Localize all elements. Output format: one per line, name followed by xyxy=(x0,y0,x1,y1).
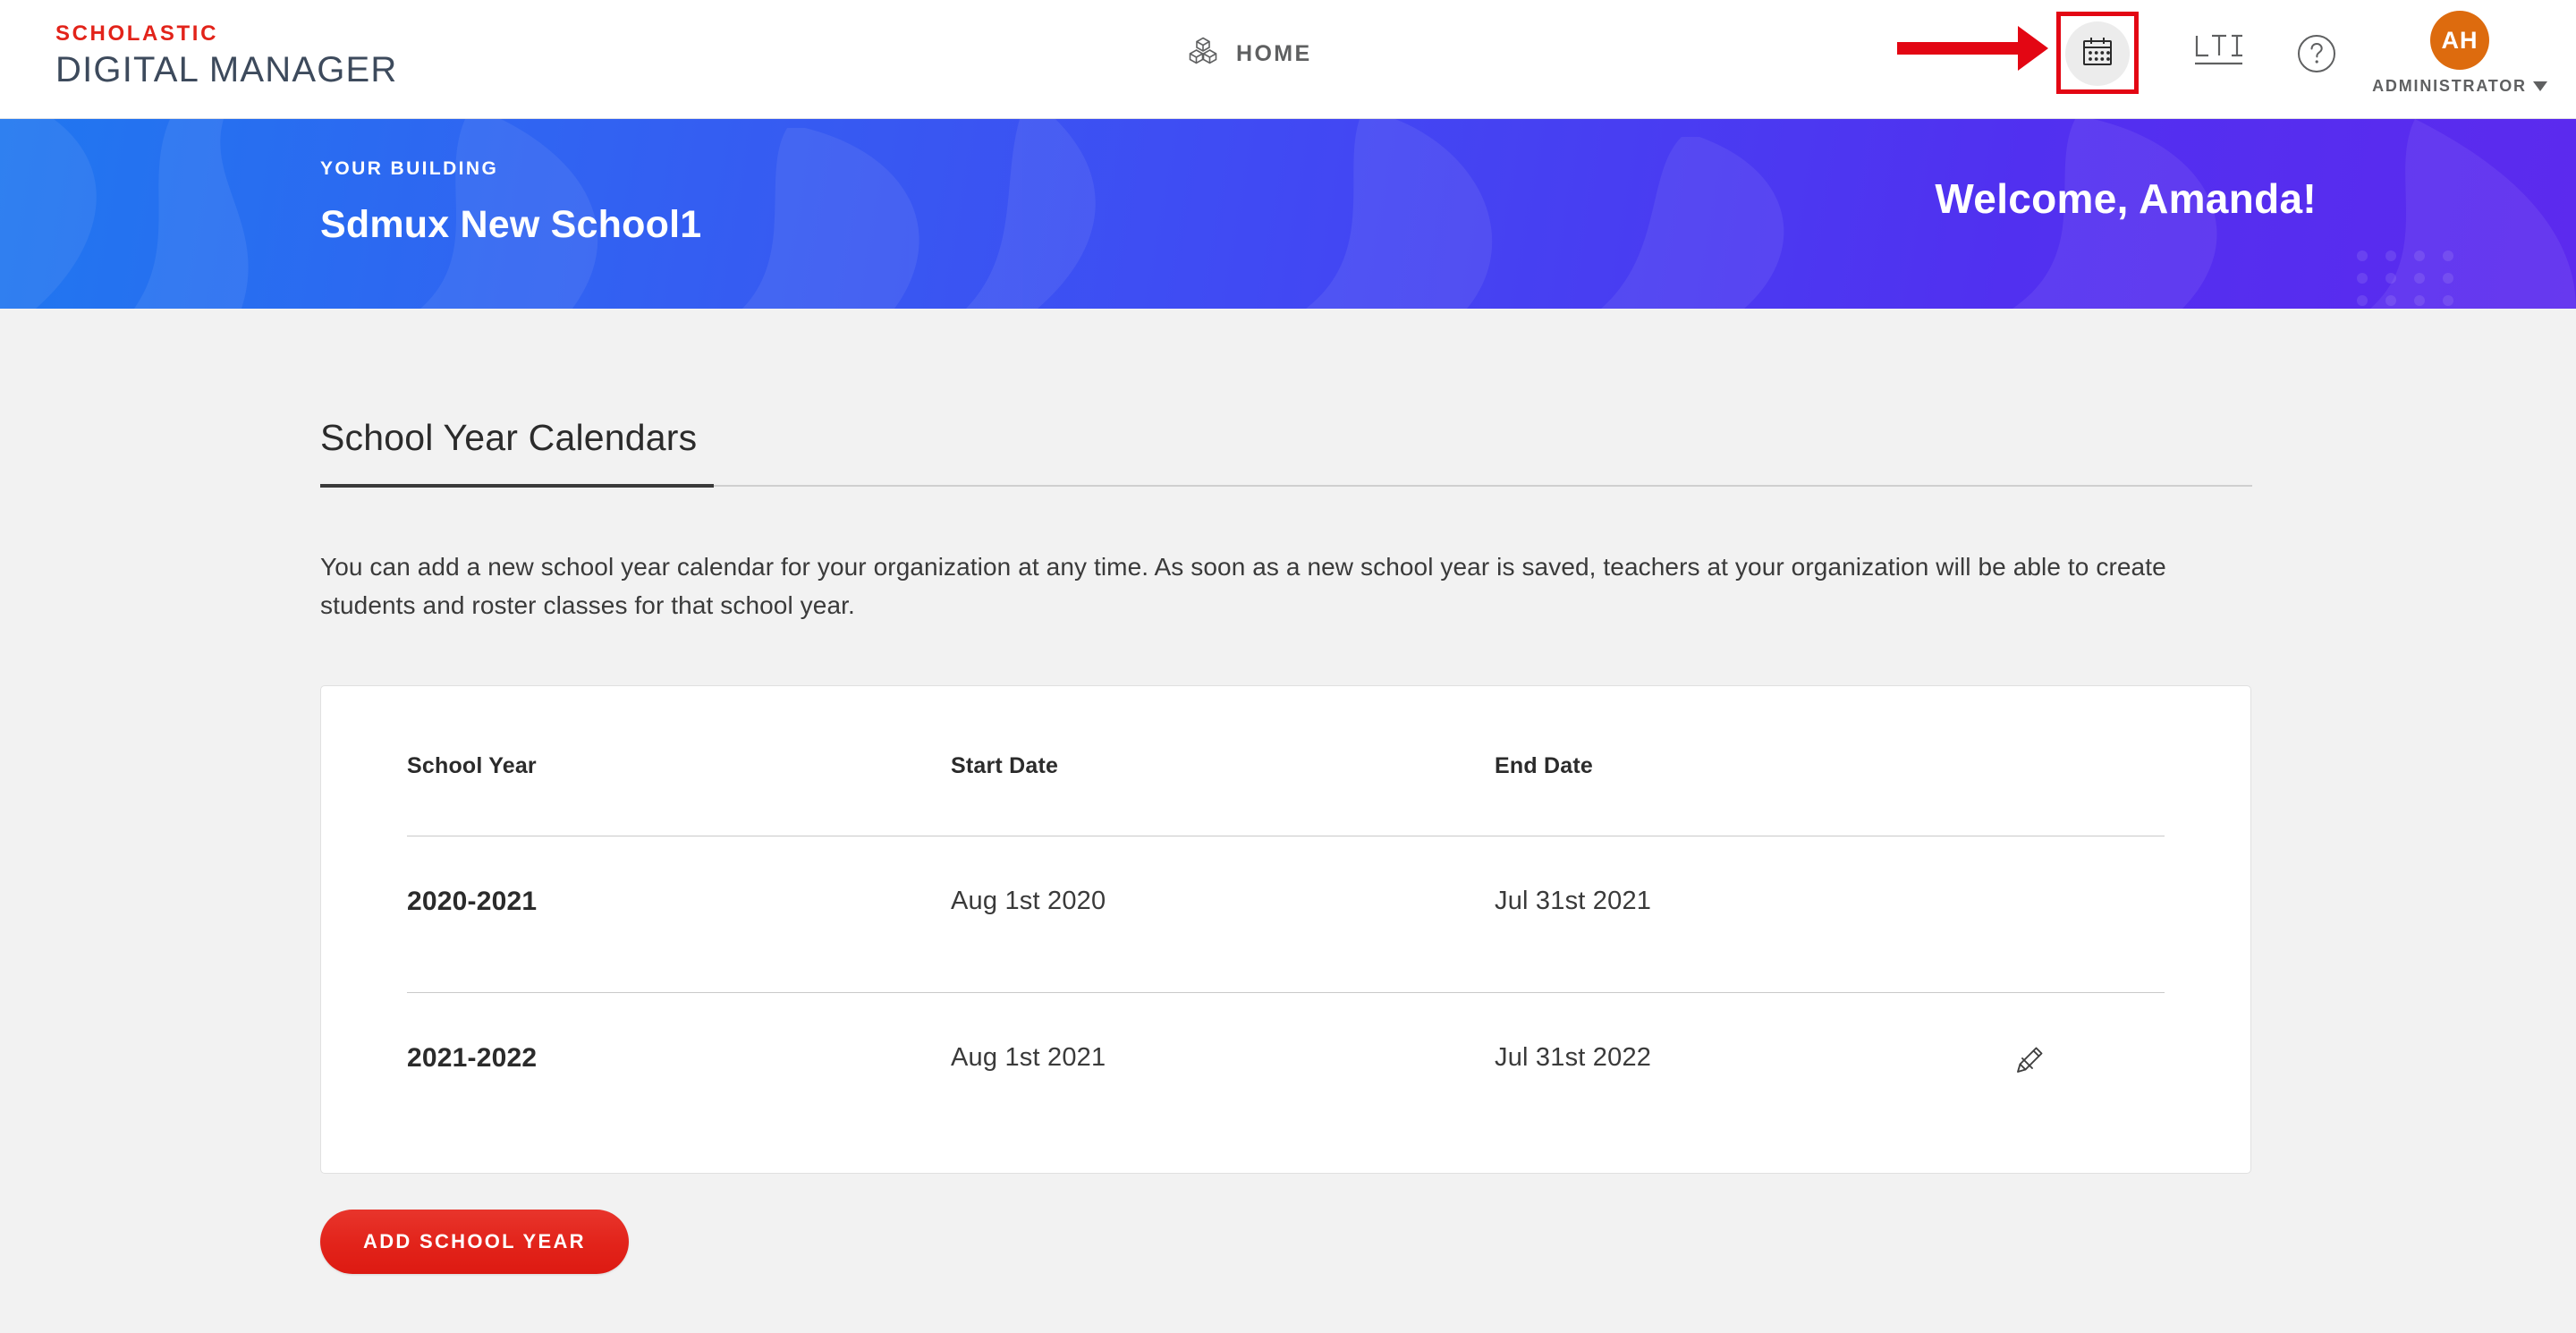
hero-building-block: YOUR BUILDING Sdmux New School1 xyxy=(320,158,701,247)
help-button[interactable] xyxy=(2285,24,2348,87)
page-title: School Year Calendars xyxy=(320,417,698,458)
logo-scholastic-text: SCHOLASTIC xyxy=(55,21,218,46)
hero-welcome-message: Welcome, Amanda! xyxy=(1935,175,2317,222)
user-role-row[interactable]: ADMINISTRATOR xyxy=(2372,77,2547,96)
logo-digital-manager-text: DIGITAL MANAGER xyxy=(55,50,398,89)
page-title-accent-rule xyxy=(320,484,714,488)
avatar: AH xyxy=(2430,11,2489,70)
calendar-button-background xyxy=(2065,21,2130,86)
intro-paragraph: You can add a new school year calendar f… xyxy=(320,553,2166,620)
cell-school-year: 2021-2022 xyxy=(407,1043,538,1073)
table-row: 2021-2022 Aug 1st 2021 Jul 31st 2022 xyxy=(321,992,2250,1149)
table-row: 2020-2021 Aug 1st 2020 Jul 31st 2021 xyxy=(321,836,2250,992)
cell-end-date: Jul 31st 2021 xyxy=(1495,887,1652,915)
column-header-school-year: School Year xyxy=(407,753,537,778)
calendar-icon xyxy=(2080,34,2115,74)
hero-banner: YOUR BUILDING Sdmux New School1 Welcome,… xyxy=(0,119,2576,309)
cell-start-date: Aug 1st 2021 xyxy=(951,1043,1106,1072)
edit-school-year-button[interactable] xyxy=(2003,1035,2056,1089)
column-header-start-date: Start Date xyxy=(951,753,1059,778)
question-mark-icon xyxy=(2293,30,2340,81)
hero-building-name: Sdmux New School1 xyxy=(320,203,702,246)
cell-start-date: Aug 1st 2020 xyxy=(951,887,1106,915)
top-header-bar: SCHOLASTIC DIGITAL MANAGER HOME AH ADMIN… xyxy=(0,0,2576,119)
lti-icon xyxy=(2190,29,2246,80)
cell-end-date: Jul 31st 2022 xyxy=(1495,1043,1652,1072)
user-menu[interactable]: AH ADMINISTRATOR xyxy=(2361,11,2558,96)
add-school-year-button[interactable]: ADD SCHOOL YEAR xyxy=(320,1210,629,1274)
user-role-label: ADMINISTRATOR xyxy=(2372,77,2527,95)
scholastic-logo[interactable]: SCHOLASTIC DIGITAL MANAGER xyxy=(55,23,398,90)
calendar-button[interactable] xyxy=(2057,13,2138,94)
column-header-end-date: End Date xyxy=(1495,753,1593,778)
hero-eyebrow: YOUR BUILDING xyxy=(320,158,499,179)
pencil-icon xyxy=(2012,1042,2047,1083)
table-header-row: School Year Start Date End Date xyxy=(321,753,2250,798)
chevron-down-icon xyxy=(2532,81,2547,91)
cubes-icon xyxy=(1185,34,1221,74)
nav-home[interactable]: HOME xyxy=(1185,34,1312,74)
lti-button[interactable] xyxy=(2182,22,2254,85)
nav-home-label: HOME xyxy=(1236,41,1312,66)
cell-school-year: 2020-2021 xyxy=(407,887,538,916)
annotation-arrow-icon xyxy=(1894,13,2051,84)
school-year-table-card: School Year Start Date End Date 2020-202… xyxy=(320,685,2251,1174)
